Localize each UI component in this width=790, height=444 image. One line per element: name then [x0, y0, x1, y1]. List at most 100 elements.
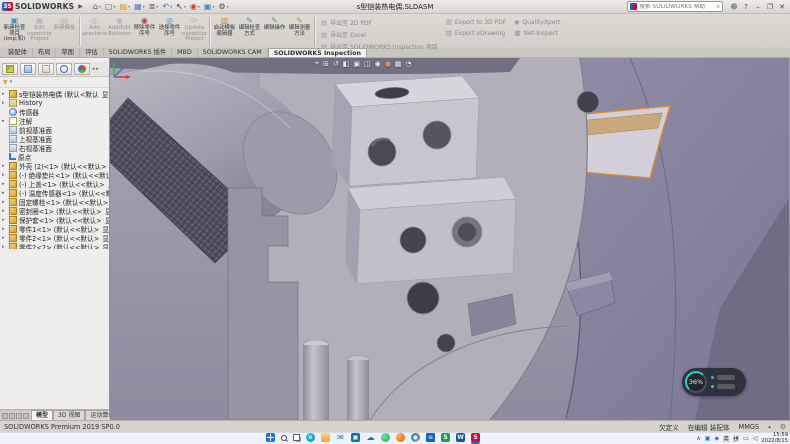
commandmanager-tab[interactable]: SOLIDWORKS 插件: [104, 48, 172, 57]
close-button[interactable]: ✕: [776, 1, 788, 13]
ime-indicator[interactable]: 拼: [733, 434, 739, 443]
feature-tree-item[interactable]: 上视基准面: [2, 134, 109, 143]
featuremanager-tree-tab[interactable]: [2, 63, 18, 75]
pane-split-buttons[interactable]: [2, 413, 29, 419]
feature-tree-item[interactable]: (-) 温度传感器<1> (默认<<默认>: [2, 188, 109, 197]
solidworks-taskbar-icon[interactable]: S: [471, 433, 480, 444]
model-pin-2[interactable]: [347, 360, 369, 420]
feature-tree-item[interactable]: 保护套<1> (默认<<默认>_显示状: [2, 215, 109, 224]
expand-arrow-icon[interactable]: [2, 208, 7, 214]
feature-tree-item[interactable]: 原点: [2, 152, 109, 161]
store-icon[interactable]: ▣: [351, 433, 360, 444]
previous-view-icon[interactable]: ↺: [333, 60, 339, 68]
export-menu-item[interactable]: ▤ Export eDrawing: [446, 29, 507, 37]
expand-arrow-icon[interactable]: [2, 172, 7, 178]
commandmanager-tab[interactable]: 草图: [56, 48, 80, 57]
tray-app-blue-icon[interactable]: ▣: [705, 435, 711, 442]
filter-funnel-icon[interactable]: ▼: [3, 79, 8, 86]
display-settings-icon[interactable]: ▣: [204, 3, 215, 11]
feature-tree-item[interactable]: (-) 上盖<1> (默认<<默认>_显示状: [2, 179, 109, 188]
help-search-box[interactable]: ⌕: [627, 1, 723, 12]
ribbon-button[interactable]: ✎ 编辑检查 方式: [237, 15, 262, 48]
model-bore-hole[interactable]: [407, 282, 439, 314]
feature-tree-item[interactable]: 零件1<1> (默认<<默认>_显示状态: [2, 224, 109, 233]
3d-model[interactable]: [110, 58, 789, 420]
ribbon-button[interactable]: ✎ 编辑操作: [262, 15, 287, 48]
export-menu-item[interactable]: ▤ 导出至 2D PDF: [321, 18, 438, 27]
select-cursor-icon[interactable]: ↖: [176, 3, 186, 11]
commandmanager-tab[interactable]: 评估: [80, 48, 104, 57]
model-hole-2[interactable]: [423, 121, 451, 149]
expand-arrow-icon[interactable]: [2, 217, 7, 223]
login-button[interactable]: ☻: [728, 1, 740, 13]
display-style-icon[interactable]: ◫: [364, 60, 371, 68]
tray-audio-icon[interactable]: ◁: [753, 435, 758, 442]
edge-icon[interactable]: e: [306, 433, 315, 444]
ribbon-button[interactable]: ✎ 编辑测量 方法: [287, 15, 312, 48]
ribbon-button[interactable]: ▤ 新建模板: [52, 15, 77, 48]
hide-show-icon[interactable]: ◉: [375, 60, 381, 68]
menu-flyout-arrow-icon[interactable]: ▶: [78, 3, 83, 10]
display-manager-tab[interactable]: [74, 63, 90, 75]
feature-tree-root[interactable]: s型铠装热电偶 (默认<默认_显示状态-1: [2, 89, 109, 98]
app-s-green-icon[interactable]: S: [441, 433, 450, 444]
commandmanager-tab[interactable]: SOLIDWORKS Inspection: [268, 48, 367, 57]
scene-icon[interactable]: ▦: [395, 60, 402, 68]
ribbon-button[interactable]: ◎ 选择零件 序号: [157, 15, 182, 48]
zoom-fit-icon[interactable]: ⌖: [315, 59, 319, 68]
model-upper-block[interactable]: [331, 76, 479, 186]
app-w-blue-icon[interactable]: W: [456, 433, 465, 444]
tray-display-icon[interactable]: ▭: [743, 435, 749, 442]
app-orange-icon[interactable]: [396, 433, 405, 444]
commandmanager-tab[interactable]: SOLIDWORKS CAM: [198, 48, 268, 57]
feature-tree-item[interactable]: (-) 绝缘垫片<1> (默认<<默认>_显: [2, 170, 109, 179]
ribbon-button[interactable]: ◉ 移除零件 序号: [132, 15, 157, 48]
tray-shield-icon[interactable]: ◆: [714, 435, 719, 442]
options-gear-icon[interactable]: ⚙: [218, 3, 228, 11]
dimxpert-manager-tab[interactable]: [56, 63, 72, 75]
onedrive-icon[interactable]: ☁: [366, 433, 375, 444]
statusbar-gear-icon[interactable]: ⚙: [780, 423, 786, 431]
search-button[interactable]: [281, 433, 287, 444]
help-button[interactable]: ?: [740, 1, 752, 13]
expand-arrow-icon[interactable]: [2, 91, 7, 97]
feature-tree-item[interactable]: 外壳 (2)<1> (默认<<默认>_显示状: [2, 161, 109, 170]
open-folder-icon[interactable]: ▤: [120, 3, 131, 11]
expand-arrow-icon[interactable]: [2, 100, 7, 106]
expand-arrow-icon[interactable]: [2, 118, 7, 124]
model-pin-1[interactable]: [303, 345, 329, 420]
expand-arrow-icon[interactable]: [2, 235, 7, 241]
model-middle-block[interactable]: [345, 177, 516, 284]
search-magnifier-icon[interactable]: ⌕: [717, 3, 720, 11]
feature-tree-item[interactable]: 零件2<2> (默认<<默认>_显示状: [2, 242, 109, 249]
document-tab[interactable]: 3D 视图: [53, 410, 85, 420]
home-icon[interactable]: ⌂: [93, 3, 101, 11]
search-input[interactable]: [639, 4, 715, 10]
commandmanager-tab[interactable]: 装配体: [3, 48, 33, 57]
feature-tree-item[interactable]: 注解: [2, 116, 109, 125]
new-document-icon[interactable]: ▢: [105, 3, 116, 11]
ribbon-button[interactable]: ⟳ Update Inspection Project: [182, 15, 207, 48]
view-settings-icon[interactable]: ◔: [405, 60, 411, 68]
export-menu-item[interactable]: ▤ 导出至 Excel: [321, 30, 438, 39]
save-icon[interactable]: ▦: [134, 3, 145, 11]
expand-arrow-icon[interactable]: [2, 226, 7, 232]
feature-tree-item[interactable]: 右视基准面: [2, 143, 109, 152]
feature-tree-item[interactable]: History: [2, 98, 109, 107]
document-tab[interactable]: 模型: [31, 410, 53, 420]
export-menu-item[interactable]: ◆ QualityXpert: [514, 18, 560, 26]
model-stepped-edge[interactable]: [228, 188, 298, 420]
ribbon-button[interactable]: ▣ Edit Inspection Project: [27, 15, 52, 48]
model-hole-top-right[interactable]: [577, 91, 599, 113]
start-button[interactable]: [266, 433, 275, 444]
zoom-area-icon[interactable]: ⊞: [323, 60, 329, 68]
undo-icon[interactable]: ↶: [162, 3, 172, 11]
model-hole-1[interactable]: [368, 138, 396, 166]
feature-tree-item[interactable]: 固定螺栓<1> (默认<<默认>_显示: [2, 197, 109, 206]
tray-chevron-icon[interactable]: ∧: [696, 435, 700, 442]
filter-chevron-icon[interactable]: ▾: [10, 79, 13, 85]
expand-arrow-icon[interactable]: [2, 199, 7, 205]
expand-arrow-icon[interactable]: [2, 163, 7, 169]
section-view-icon[interactable]: ◧: [343, 60, 350, 68]
ribbon-button[interactable]: ◉ Add/Edit Balloons: [107, 15, 132, 48]
